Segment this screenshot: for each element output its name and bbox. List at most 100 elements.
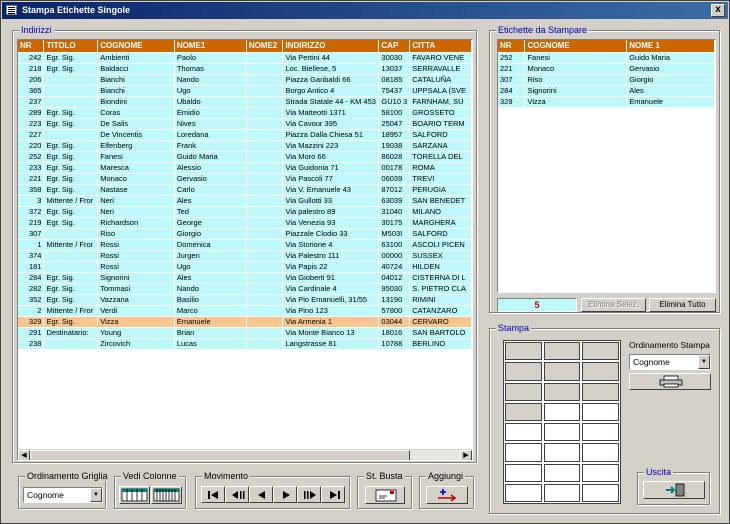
label-slot[interactable] [543, 483, 581, 502]
indirizzi-grid[interactable]: NR TITOLO COGNOME NOME1 NOME2 INDIRIZZO CAP CIT… [17, 39, 473, 461]
grid-order-select[interactable]: Cognome ▼ [23, 487, 103, 503]
exit-button[interactable] [643, 481, 705, 499]
label-slot[interactable] [582, 463, 619, 482]
table-row[interactable]: 206 Bianchi Nando Piazza Garibaldi 66 08185 C… [18, 74, 472, 86]
label-slot[interactable] [543, 402, 581, 421]
table-row[interactable]: 181 Rossi Ugo Via Papis 22 40724 HILDEN [18, 261, 472, 273]
label-slot[interactable] [582, 382, 619, 401]
etichette-table: NR COGNOME NOME 1 252 Fanesi Guido Maria 221 M… [498, 40, 715, 284]
print-button[interactable] [629, 373, 711, 390]
indirizzi-hscroll[interactable]: ◀ ▶ [18, 449, 472, 460]
table-row[interactable]: 238 Zircovich Lucas Langstrasse 81 10788 BERL… [18, 338, 472, 350]
prev-page-button[interactable] [225, 486, 249, 503]
label-slot[interactable] [582, 402, 619, 421]
indirizzi-cell: 40724 [378, 261, 411, 273]
label-slot[interactable] [543, 382, 581, 401]
table-row[interactable]: 329 Vizza Emanuele [498, 96, 715, 108]
table-row[interactable]: 289 Egr. Sig. Coras Emidio Via Matteotti 137… [18, 107, 472, 119]
scroll-left-button[interactable]: ◀ [18, 450, 30, 460]
table-row[interactable]: 220 Egr. Sig. Elfenberg Frank Via Mazzini 22… [18, 140, 472, 152]
label-slot[interactable] [505, 382, 542, 401]
table-row[interactable]: 237 Biondini Ubaldo Strada Statale 44 - KM … [18, 96, 472, 108]
table-row[interactable]: 307 Riso Giorgio [498, 74, 715, 86]
table-row[interactable]: 252 Fanesi Guido Maria [498, 52, 715, 64]
next-record-button[interactable] [273, 486, 297, 503]
scroll-thumb[interactable] [30, 450, 410, 460]
table-row[interactable]: 282 Egr. Sig. Tommasi Nando Via Cardinale 49… [18, 283, 472, 295]
indirizzi-cell: 2 [18, 305, 45, 317]
indirizzi-col-header[interactable]: INDIRIZZO [282, 40, 380, 53]
label-slot[interactable] [582, 423, 619, 442]
first-record-button[interactable] [201, 486, 225, 503]
table-row[interactable]: 219 Egr. Sig. Richardson George Via Venezia … [18, 217, 472, 229]
indirizzi-col-header[interactable]: COGNOME [97, 40, 175, 53]
label-slot[interactable] [505, 342, 542, 361]
envelope-print-button[interactable] [365, 486, 405, 504]
table-row[interactable]: 352 Egr. Sig. Vazzana Basilio Via Pio Emanue… [18, 294, 472, 306]
table-row[interactable]: 1 Mittente / Fror Rossi Domenica Via Storion… [18, 239, 472, 251]
next-page-button[interactable] [297, 486, 321, 503]
table-row[interactable]: 358 Egr. Sig. Nastase Carlo Via V. Emanuele … [18, 184, 472, 196]
label-slot[interactable] [505, 362, 542, 381]
label-slot[interactable] [505, 463, 542, 482]
indirizzi-table: NR TITOLO COGNOME NOME1 NOME2 INDIRIZZO CAP CIT… [18, 40, 472, 350]
label-slot[interactable] [543, 463, 581, 482]
label-slot[interactable] [543, 423, 581, 442]
delete-all-button[interactable]: Elimina Tutto [649, 298, 716, 312]
label-slot[interactable] [543, 342, 581, 361]
indirizzi-cell: 13037 [378, 63, 411, 75]
chevron-down-icon[interactable]: ▼ [90, 488, 102, 502]
label-slot[interactable] [543, 362, 581, 381]
view-columns-compact-button[interactable] [151, 486, 182, 504]
table-row[interactable]: 365 Bianchi Ugo Borgo Antico 4 75437 UPPSALA … [18, 85, 472, 97]
etichette-col-header[interactable]: NR [498, 40, 526, 53]
add-button[interactable] [426, 486, 468, 504]
chevron-down-icon[interactable]: ▼ [698, 355, 710, 369]
table-row[interactable]: 3 Mittente / Fror Neri Ales Via Gullotti 33 6… [18, 195, 472, 207]
label-slot[interactable] [505, 443, 542, 462]
label-slot[interactable] [505, 402, 542, 421]
etichette-grid[interactable]: NR COGNOME NOME 1 252 Fanesi Guido Maria 221 M… [497, 39, 716, 293]
table-row[interactable]: 374 Rossi Jurgen Via Palestro 111 00000 SUSSE… [18, 250, 472, 262]
table-row[interactable]: 242 Egr. Sig. Ambienti Paolo Via Pertini 44 3… [18, 52, 472, 64]
print-order-select[interactable]: Cognome ▼ [629, 354, 711, 370]
table-row[interactable]: 307 Riso Giorgio Piazzale Clodio 33 M503I SAL… [18, 228, 472, 240]
label-sheet-preview[interactable] [503, 340, 621, 504]
prev-record-button[interactable] [249, 486, 273, 503]
table-row[interactable]: 218 Egr. Sig. Baldacci Thomas Loc. Biellese,… [18, 63, 472, 75]
indirizzi-col-header[interactable]: NOME2 [246, 40, 284, 53]
indirizzi-col-header[interactable]: CAP [378, 40, 411, 53]
indirizzi-col-header[interactable]: TITOLO [43, 40, 99, 53]
table-row[interactable]: 223 Egr. Sig. De Salis Nives Via Cavour 395 2… [18, 118, 472, 130]
indirizzi-col-header[interactable]: NR [18, 40, 45, 53]
scroll-right-button[interactable]: ▶ [460, 450, 472, 460]
label-slot[interactable] [582, 342, 619, 361]
table-row[interactable]: 2 Mittente / Fror Verdi Marco Via Pino 123 57… [18, 305, 472, 317]
close-button[interactable]: x [711, 4, 725, 17]
label-slot[interactable] [582, 483, 619, 502]
indirizzi-col-header[interactable]: NOME1 [174, 40, 247, 53]
table-row[interactable]: 221 Egr. Sig. Monaco Gervasio Via Pascoli 77… [18, 173, 472, 185]
table-row[interactable]: 284 Egr. Sig. Signorini Ales Via Gioberti 91… [18, 272, 472, 284]
table-row[interactable]: 221 Monaco Gervasio [498, 63, 715, 75]
last-record-button[interactable] [321, 486, 345, 503]
indirizzi-cell [246, 283, 284, 295]
table-row[interactable]: 284 Signorini Ales [498, 85, 715, 97]
indirizzi-col-header[interactable]: CITTA [409, 40, 472, 53]
table-row[interactable]: 252 Egr. Sig. Fanesi Guido Maria Via Moro 66… [18, 151, 472, 163]
label-slot[interactable] [505, 483, 542, 502]
table-row[interactable]: 227 De Vincentis Loredana Piazza Dalla Chie… [18, 129, 472, 141]
label-slot[interactable] [582, 443, 619, 462]
table-row[interactable]: 329 Egr. Sig. Vizza Emanuele Via Armenia 1 03… [18, 316, 472, 328]
view-columns-wide-button[interactable] [119, 486, 150, 504]
indirizzi-cell: 58100 [378, 107, 411, 119]
table-row[interactable]: 372 Egr. Sig. Neri Ted Via palestro 89 31040 M… [18, 206, 472, 218]
table-row[interactable]: 233 Egr. Sig. Maresca Alessio Via Guidonia 7… [18, 162, 472, 174]
etichette-col-header[interactable]: COGNOME [524, 40, 628, 53]
label-slot[interactable] [582, 362, 619, 381]
table-row[interactable]: 291 Destinatario: Young Brian Via Monte Bian… [18, 327, 472, 339]
etichette-col-header[interactable]: NOME 1 [626, 40, 715, 53]
delete-selected-button[interactable]: Elimina Selez. [581, 298, 646, 312]
label-slot[interactable] [543, 443, 581, 462]
label-slot[interactable] [505, 423, 542, 442]
